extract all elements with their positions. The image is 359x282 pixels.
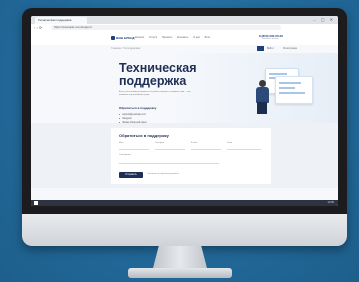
hero-illustration [249, 58, 319, 118]
support-form: Обратиться в поддержку Имя Телефон E-mai… [111, 128, 271, 184]
form-label: Тема [227, 142, 233, 144]
breadcrumb[interactable]: Главная / Техподдержка [111, 47, 140, 50]
message-field[interactable] [119, 160, 219, 164]
form-section: Обратиться в поддержку Имя Телефон E-mai… [31, 123, 338, 188]
start-icon[interactable] [34, 201, 38, 205]
name-field[interactable] [119, 146, 149, 150]
submit-button[interactable]: Отправить [119, 172, 143, 178]
hero-subheading: Обратиться в поддержку [119, 106, 157, 110]
register-link[interactable]: Регистрация [283, 47, 297, 50]
browser-tab[interactable]: Техническая поддержка [35, 17, 87, 24]
monitor: Техническая поддержка – ▢ ✕ ‹ › ⟳ https:… [22, 8, 347, 246]
nav-item[interactable]: Каталог [135, 36, 144, 39]
monitor-base [128, 268, 232, 278]
browser-tabbar: Техническая поддержка – ▢ ✕ [31, 16, 338, 24]
window-controls[interactable]: – ▢ ✕ [313, 17, 335, 22]
nav-item[interactable]: О нас [193, 36, 200, 39]
person-illustration [253, 80, 271, 114]
form-label: Телефон [155, 142, 165, 144]
hero-description: Если у вас возникли вопросы по работе се… [119, 91, 191, 96]
title-line: поддержка [119, 74, 187, 88]
nav-item[interactable]: Проекты [162, 36, 172, 39]
subject-field[interactable] [227, 146, 261, 150]
form-title: Обратиться в поддержку [119, 133, 169, 138]
menu-button[interactable] [257, 46, 264, 51]
callback-link[interactable]: Заказать звонок [262, 38, 278, 40]
ui-card-illustration [275, 76, 313, 104]
screen: Техническая поддержка – ▢ ✕ ‹ › ⟳ https:… [31, 16, 338, 206]
phone-field[interactable] [155, 146, 185, 150]
email-field[interactable] [191, 146, 221, 150]
nav-item[interactable]: Блог [205, 36, 211, 39]
logo-icon [111, 36, 115, 40]
logo-text: ВАШ БРЕНД [116, 36, 135, 40]
url-input[interactable]: https://example.com/support [51, 25, 281, 30]
taskbar: 12:00 [31, 200, 338, 206]
main-nav: Каталог Услуги Проекты Контакты О нас Бл… [135, 36, 214, 40]
taskbar-icons [43, 201, 91, 205]
site-header: ВАШ БРЕНД Каталог Услуги Проекты Контакт… [31, 31, 338, 45]
form-label: Имя [119, 142, 124, 144]
nav-item[interactable]: Услуги [149, 36, 157, 39]
nav-arrows-icon[interactable]: ‹ › ⟳ [34, 24, 42, 31]
monitor-chin [22, 214, 347, 246]
sub-bar: Главная / Техподдержка Войти Регистрация [31, 45, 338, 53]
form-label: Сообщение [119, 154, 131, 156]
form-label: E-mail [191, 142, 198, 144]
clock: 12:00 [327, 201, 335, 204]
logo[interactable]: ВАШ БРЕНД [111, 36, 135, 40]
nav-item[interactable]: Контакты [177, 36, 188, 39]
hero-section: Техническая поддержка Если у вас возникл… [31, 53, 338, 124]
consent-checkbox[interactable]: Согласие на обработку данных [147, 173, 179, 175]
page-title: Техническая поддержка [119, 62, 229, 88]
login-link[interactable]: Войти [267, 47, 274, 50]
